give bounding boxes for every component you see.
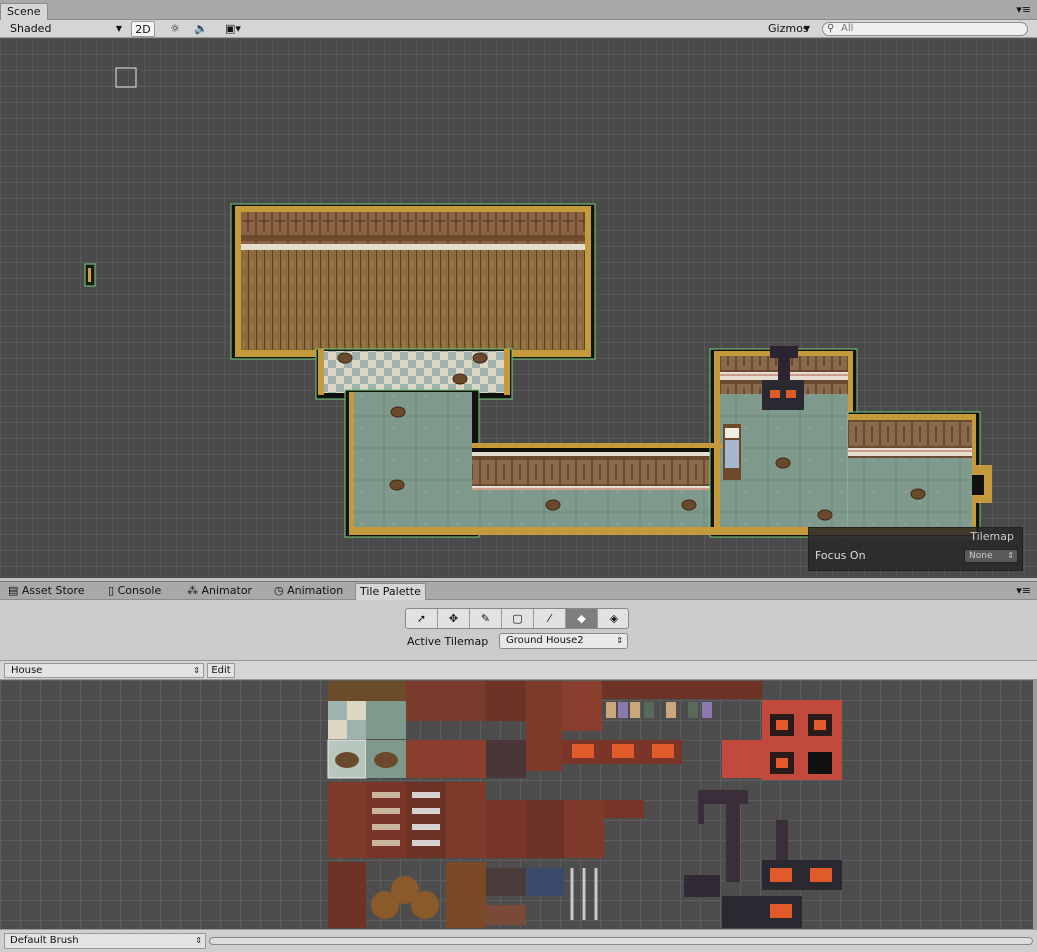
- scene-toolbar: Shaded ▼ 2D ☼ 🔈 ▣▾ Gizmos ▼ ⚲ All: [0, 20, 1037, 38]
- audio-toggle[interactable]: 🔈: [188, 21, 214, 37]
- focus-on-value: None: [969, 551, 993, 561]
- picker-tool[interactable]: ⁄: [534, 609, 566, 628]
- palette-header: House ⇕ Edit: [0, 660, 1037, 680]
- fill-tool[interactable]: ◈: [598, 609, 628, 628]
- tab-asset-store-label: Asset Store: [21, 584, 85, 597]
- active-tilemap-label: Active Tilemap: [407, 635, 489, 648]
- brush-bar: Default Brush ⇕: [0, 929, 1037, 952]
- chevron-down-icon: ▼: [803, 24, 810, 33]
- updown-icon: ⇕: [1007, 551, 1014, 560]
- tab-scene[interactable]: Scene: [0, 3, 48, 20]
- tab-console[interactable]: ▯ Console: [104, 583, 165, 600]
- move-icon: ✥: [448, 612, 459, 625]
- edit-button[interactable]: Edit: [207, 663, 235, 678]
- toggle-2d-button[interactable]: 2D: [131, 21, 155, 37]
- brush-tool[interactable]: ✎: [470, 609, 502, 628]
- tile-palette-tiles: [327, 681, 842, 928]
- palette-toolbar: ➚ ✥ ✎ ▢ ⁄ ◆ ◈ Active Tilemap Ground Hous…: [0, 600, 1037, 660]
- tilemap-overlay-title: Tilemap: [970, 530, 1014, 543]
- dock-menu-icon[interactable]: ▾≡: [1016, 585, 1031, 596]
- box-fill-icon: ▢: [512, 612, 523, 625]
- tab-console-label: Console: [117, 584, 162, 597]
- animator-icon: ⁂: [187, 584, 198, 597]
- animation-icon: ◷: [274, 584, 284, 597]
- console-icon: ▯: [108, 584, 115, 597]
- search-placeholder: All: [841, 23, 854, 34]
- picker-icon: ⁄: [548, 612, 551, 625]
- scene-search-input[interactable]: ⚲ All: [822, 22, 1028, 36]
- updown-icon: ⇕: [193, 666, 200, 675]
- box-fill-tool[interactable]: ▢: [502, 609, 534, 628]
- palette-tool-group: ➚ ✥ ✎ ▢ ⁄ ◆ ◈: [405, 608, 629, 629]
- palette-name: House: [11, 665, 43, 676]
- effects-dropdown[interactable]: ▣▾: [218, 21, 248, 37]
- brush-icon: ✎: [480, 612, 491, 625]
- tilemap-scene: [84, 67, 992, 538]
- tab-tile-palette[interactable]: Tile Palette: [355, 583, 426, 600]
- palette-vertical-scrollbar[interactable]: [1033, 680, 1037, 929]
- tab-animation-label: Animation: [287, 584, 344, 597]
- toggle-2d-label: 2D: [135, 23, 151, 36]
- fill-icon: ◈: [609, 612, 619, 625]
- lighting-toggle[interactable]: ☼: [162, 21, 188, 37]
- speaker-icon: 🔈: [194, 22, 208, 35]
- tab-animation[interactable]: ◷ Animation: [270, 583, 347, 600]
- tab-asset-store[interactable]: ▤ Asset Store: [4, 583, 89, 600]
- select-icon: ➚: [416, 612, 427, 625]
- asset-store-icon: ▤: [8, 584, 19, 597]
- tilemap-focus-overlay: Tilemap Focus On None ⇕: [808, 527, 1023, 571]
- tab-tile-palette-label: Tile Palette: [360, 585, 421, 598]
- gizmos-label: Gizmos: [768, 22, 809, 35]
- tile-palette-grid[interactable]: [0, 680, 1037, 929]
- shading-mode-dropdown[interactable]: Shaded ▼: [4, 21, 126, 37]
- active-tilemap-value: Ground House2: [506, 635, 584, 646]
- tab-animator-label: Animator: [201, 584, 253, 597]
- shading-mode-value: Shaded: [10, 22, 52, 35]
- brush-value: Default Brush: [10, 935, 79, 946]
- gizmos-dropdown[interactable]: Gizmos ▼: [762, 21, 814, 37]
- tab-scene-label: Scene: [7, 5, 41, 18]
- sun-icon: ☼: [170, 22, 180, 35]
- focus-on-dropdown[interactable]: None ⇕: [964, 549, 1018, 563]
- image-icon: ▣▾: [225, 22, 241, 35]
- active-tilemap-dropdown[interactable]: Ground House2 ⇕: [499, 633, 628, 649]
- dock-tabbar: ▤ Asset Store ▯ Console ⁂ Animator ◷ Ani…: [0, 581, 1037, 600]
- updown-icon: ⇕: [195, 936, 202, 945]
- updown-icon: ⇕: [616, 636, 623, 645]
- brush-dropdown[interactable]: Default Brush ⇕: [4, 933, 206, 949]
- window-menu-icon[interactable]: ▾≡: [1016, 4, 1031, 15]
- scene-tabbar: Scene ▾≡: [0, 0, 1037, 20]
- palette-dropdown[interactable]: House ⇕: [4, 663, 204, 678]
- move-tool[interactable]: ✥: [438, 609, 470, 628]
- tab-animator[interactable]: ⁂ Animator: [183, 583, 256, 600]
- focus-on-label: Focus On: [815, 549, 866, 562]
- scene-viewport[interactable]: [0, 38, 1037, 578]
- eraser-tool[interactable]: ◆: [566, 609, 598, 628]
- chevron-down-icon: ▼: [115, 24, 122, 33]
- select-tool[interactable]: ➚: [406, 609, 438, 628]
- search-icon: ⚲: [827, 23, 835, 34]
- palette-horizontal-scrollbar[interactable]: [209, 937, 1033, 945]
- edit-label: Edit: [211, 665, 231, 676]
- eraser-icon: ◆: [577, 612, 586, 625]
